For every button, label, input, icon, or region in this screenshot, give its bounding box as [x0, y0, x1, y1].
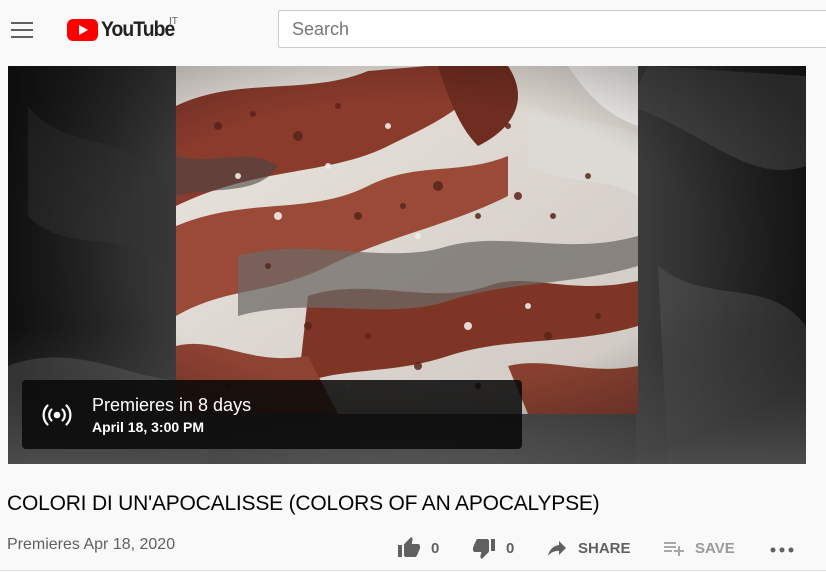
share-arrow-icon	[548, 541, 566, 556]
playlist-add-icon	[664, 542, 684, 556]
more-horizontal-icon	[770, 547, 794, 553]
like-count: 0	[431, 539, 440, 557]
like-button[interactable]: 0	[396, 535, 439, 561]
share-label: SHARE	[578, 539, 631, 557]
dislike-button[interactable]: 0	[471, 535, 514, 561]
hamburger-icon[interactable]	[8, 17, 36, 43]
broadcast-icon	[42, 404, 72, 426]
premiere-title: Premieres in 8 days	[92, 395, 252, 415]
save-label: SAVE	[695, 539, 735, 557]
search-input[interactable]	[279, 11, 826, 47]
premiere-date: April 18, 3:00 PM	[92, 419, 205, 435]
thumb-up-icon	[398, 537, 420, 557]
share-button[interactable]: SHARE	[545, 535, 631, 561]
thumb-down-icon	[473, 539, 495, 559]
logo-wordmark: YouTube	[101, 18, 175, 41]
dislike-count: 0	[506, 539, 515, 557]
youtube-logo[interactable]: YouTube	[67, 17, 181, 43]
country-code: IT	[169, 16, 178, 27]
masthead: YouTube IT	[0, 0, 826, 62]
search-box	[278, 10, 826, 48]
save-button[interactable]: SAVE	[662, 535, 735, 561]
divider	[0, 570, 826, 571]
youtube-play-icon	[67, 19, 98, 41]
video-title: COLORI DI UN'APOCALISSE (COLORS OF AN AP…	[7, 492, 600, 515]
video-actions: 0 0 SHARE SAVE	[0, 535, 826, 561]
youtube-watch-page: YouTube IT Search Premieres in 8 days Ap…	[0, 0, 826, 572]
video-player[interactable]: Premieres in 8 days April 18, 3:00 PM	[8, 66, 806, 464]
premiere-countdown: Premieres in 8 days April 18, 3:00 PM	[22, 380, 522, 449]
more-actions-button[interactable]	[768, 535, 796, 561]
